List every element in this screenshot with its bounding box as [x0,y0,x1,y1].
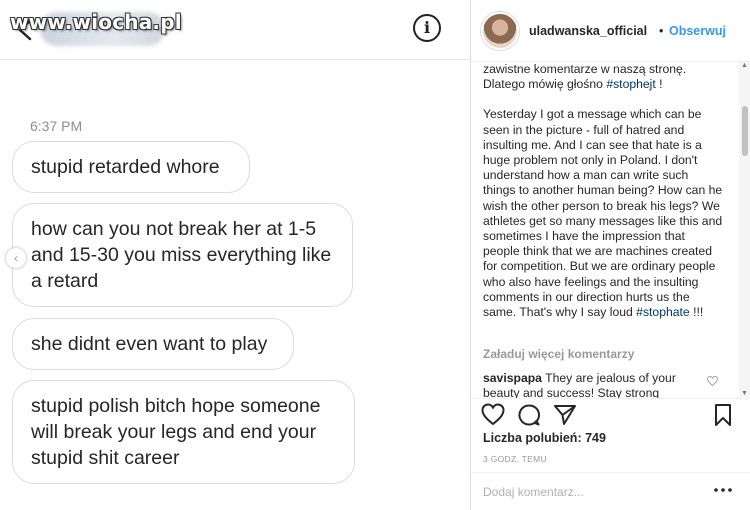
post-actions [471,398,750,426]
comment: savispapa They are jealous of your beaut… [483,371,698,399]
separator-dot: • [659,24,664,38]
caption-english: Yesterday I got a message which can be s… [483,107,723,320]
post-username[interactable]: uladwanska_official [529,24,647,38]
load-more-comments-button[interactable]: Załaduj więcej komentarzy [483,347,634,361]
message-bubble: stupid polish bitch hope someone will br… [12,380,355,484]
caption-polish: zawistne komentarze w naszą stronę. Dlat… [483,62,723,92]
message-bubble: she didnt even want to play [12,318,294,370]
caption-english-end: !!! [689,305,704,320]
post-header: uladwanska_official • Obserwuj [471,0,750,62]
bookmark-icon[interactable] [711,403,735,427]
scroll-down-icon[interactable]: ▼ [740,390,749,397]
message-bubble: how can you not break her at 1-5 and 15-… [12,203,353,307]
dm-header: www.wiocha.pl i [0,0,471,60]
hashtag-link[interactable]: #stophate [636,305,690,319]
follow-button[interactable]: Obserwuj [669,24,726,38]
direct-message-panel: www.wiocha.pl i 6:37 PM stupid retarded … [0,0,471,510]
caption-english-text: Yesterday I got a message which can be s… [483,107,723,320]
comment-username[interactable]: savispapa [483,371,542,385]
message-bubble: stupid retarded whore [12,141,250,193]
message-timestamp: 6:37 PM [30,118,83,134]
post-panel: uladwanska_official • Obserwuj zawistne … [471,0,750,510]
more-options-icon[interactable] [713,485,733,495]
scroll-thumb[interactable] [742,106,748,156]
watermark: www.wiocha.pl [10,10,182,34]
info-icon[interactable]: i [413,14,441,42]
add-comment-input[interactable] [483,483,703,501]
likes-count[interactable]: Liczba polubień: 749 [483,431,606,445]
post-caption: zawistne komentarze w naszą stronę. Dlat… [483,62,723,392]
avatar[interactable] [481,12,519,50]
comment-icon[interactable] [517,403,541,427]
heart-icon[interactable] [481,403,505,427]
scrollbar[interactable]: ▲ ▼ [739,62,750,397]
hashtag-link[interactable]: #stophejt [606,77,655,91]
post-time-ago: 3 GODZ. TEMU [483,454,547,464]
add-comment-bar [471,472,750,510]
caption-polish-end: ! [655,77,663,92]
scroll-up-icon[interactable]: ▲ [740,62,749,69]
heart-icon[interactable] [707,376,718,386]
chevron-left-icon[interactable]: ‹ [6,248,26,268]
share-icon[interactable] [553,403,577,427]
